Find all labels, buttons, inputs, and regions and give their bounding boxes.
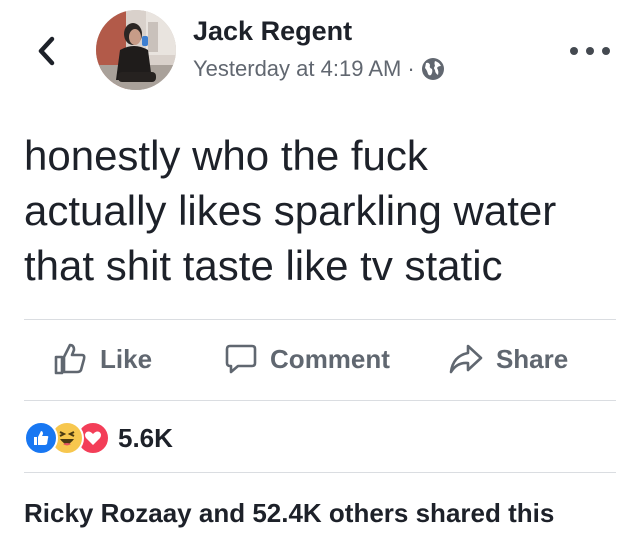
post-text: honestly who the fuck actually likes spa… [24, 128, 624, 293]
comment-button[interactable]: Comment [224, 342, 390, 376]
share-label: Share [495, 343, 569, 374]
author-name[interactable]: Jack Regent [193, 16, 352, 47]
like-label: Like [100, 343, 153, 374]
avatar[interactable] [96, 10, 176, 90]
post-line: actually likes sparkling water [24, 187, 557, 234]
reaction-count: 5.6K [118, 422, 173, 453]
divider-top [24, 319, 616, 320]
more-dot [586, 47, 594, 55]
more-options-button[interactable] [570, 44, 610, 58]
post-line: that shit taste like tv static [24, 242, 503, 289]
chevron-left-icon [38, 36, 55, 66]
thumbs-up-icon [54, 343, 86, 375]
post-line: honestly who the fuck [24, 132, 428, 179]
comment-icon [225, 344, 257, 374]
meta-separator: · [407, 56, 415, 81]
globe-icon[interactable] [421, 57, 445, 81]
more-dot [602, 47, 610, 55]
divider-middle [24, 400, 616, 401]
back-button[interactable] [34, 36, 58, 66]
post-timestamp[interactable]: Yesterday at 4:19 AM [193, 56, 401, 82]
shares-summary[interactable]: Ricky Rozaay and 52.4K others shared thi… [24, 498, 554, 529]
share-arrow-icon [449, 344, 483, 374]
like-reaction-icon [24, 421, 58, 455]
action-bar: Like Comment Share [24, 330, 616, 388]
like-button[interactable]: Like [52, 341, 152, 377]
post-meta: Yesterday at 4:19 AM · [193, 56, 445, 82]
share-button[interactable]: Share [448, 342, 568, 376]
more-dot [570, 47, 578, 55]
comment-label: Comment [270, 343, 390, 374]
reactions-summary[interactable]: 5.6K [24, 418, 173, 458]
divider-bottom [24, 472, 616, 473]
